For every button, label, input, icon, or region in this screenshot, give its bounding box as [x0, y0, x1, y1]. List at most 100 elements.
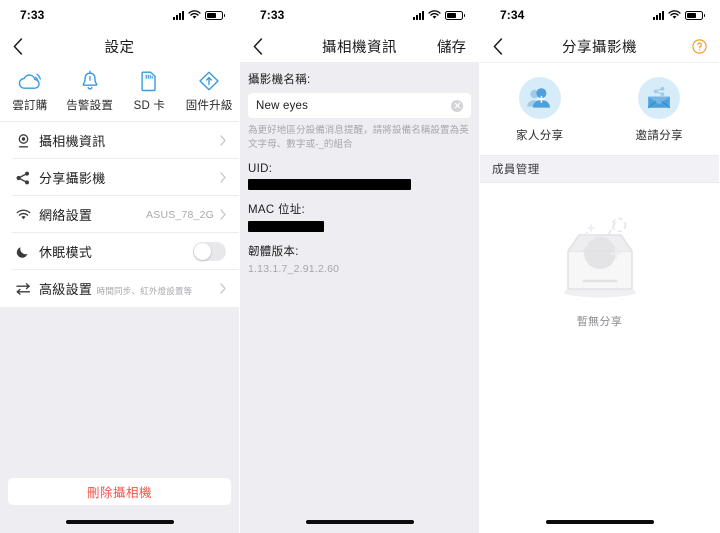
wifi-icon: [428, 10, 441, 19]
screen-settings: 7:33 設定 雲訂購 告警設置 SD 卡 固件升級 攝相機資訊 分享攝影機 網…: [0, 0, 239, 533]
mac-label: MAC 位址:: [248, 203, 306, 216]
nav-bar-settings: 設定: [0, 30, 239, 62]
settings-row-network[interactable]: 網絡設置 ASUS_78_2G: [0, 196, 239, 233]
quick-action-label: SD 卡: [133, 100, 166, 112]
settings-row-text: 攝相機資訊: [34, 131, 220, 151]
quick-action-alarm[interactable]: 告警設置: [60, 70, 120, 113]
mac-value-redacted: [248, 220, 324, 232]
mac-block: MAC 位址:: [248, 201, 471, 232]
settings-row-label: 攝相機資訊: [39, 133, 106, 149]
camera-info-form: 攝影機名稱: New eyes 為更好地區分設備消息提醒，請將設備名稱設置為英文…: [240, 62, 479, 275]
camera-name-hint: 為更好地區分設備消息提醒，請將設備名稱設置為英文字母、數字或-_的組合: [248, 125, 469, 150]
empty-tray-icon: [563, 217, 636, 298]
sleep-mode-toggle[interactable]: [193, 242, 226, 261]
battery-icon: [205, 10, 225, 20]
wifi-icon: [188, 10, 201, 19]
chevron-left-icon: [253, 37, 263, 55]
help-button[interactable]: [692, 30, 707, 62]
quick-action-label: 告警設置: [66, 100, 114, 112]
uid-block: UID:: [248, 163, 471, 190]
camera-name-input[interactable]: New eyes: [248, 93, 471, 118]
camera-name-label: 攝影機名稱:: [248, 74, 311, 86]
home-indicator: [545, 520, 654, 524]
chevron-right-icon: [220, 283, 226, 294]
status-time: 7:33: [20, 8, 45, 22]
status-icons: [653, 10, 705, 20]
firmware-block: 韌體版本: 1.13.1.7_2.91.2.60: [248, 243, 471, 275]
camera-info-icon: [12, 133, 34, 148]
share-option-label: 邀請分享: [635, 130, 684, 142]
screen-camera-info: 7:33 攝相機資訊 儲存 攝影機名稱: New eyes 為更好地區分設備消息…: [240, 0, 479, 533]
share-option-invite[interactable]: 邀請分享: [600, 77, 720, 143]
status-time: 7:34: [500, 8, 525, 22]
help-circle-icon: [692, 38, 707, 54]
share-option-label: 家人分享: [515, 130, 564, 142]
screen-share-camera: 7:34 分享攝影機 家人分享 邀請分享 成員管理 暫無分享: [480, 0, 719, 533]
home-indicator: [65, 520, 174, 524]
home-indicator: [305, 520, 414, 524]
quick-action-sdcard[interactable]: SD 卡: [120, 70, 180, 113]
nav-bar-share-camera: 分享攝影機: [480, 30, 719, 62]
sd-card-icon: [140, 70, 158, 92]
page-title: 攝相機資訊: [322, 39, 397, 56]
save-button[interactable]: 儲存: [437, 30, 466, 62]
alarm-bell-icon: [80, 70, 100, 92]
invite-envelope-icon: [638, 77, 681, 119]
delete-camera-button[interactable]: 刪除攝相機: [8, 478, 231, 505]
sliders-icon: [12, 282, 34, 296]
share-option-family[interactable]: 家人分享: [480, 77, 600, 143]
quick-action-firmware[interactable]: 固件升級: [179, 70, 239, 113]
family-share-icon: [518, 77, 561, 119]
settings-row-share-camera[interactable]: 分享攝影機: [0, 159, 239, 196]
cloud-subscription-icon: [17, 70, 43, 92]
uid-value-redacted: [248, 178, 411, 190]
wifi-icon: [668, 10, 681, 19]
settings-row-camera-info[interactable]: 攝相機資訊: [0, 122, 239, 159]
settings-row-advanced[interactable]: 高級設置 時間同步、紅外燈設置等: [0, 270, 239, 307]
nav-bar-camera-info: 攝相機資訊 儲存: [240, 30, 479, 62]
delete-camera-wrap: 刪除攝相機: [0, 478, 239, 505]
settings-content: 雲訂購 告警設置 SD 卡 固件升級 攝相機資訊 分享攝影機 網絡設置 ASUS…: [0, 62, 239, 533]
toggle-knob: [194, 243, 211, 260]
settings-row-label: 網絡設置: [39, 207, 93, 223]
chevron-right-icon: [220, 172, 226, 183]
share-camera-content: 家人分享 邀請分享 成員管理 暫無分享: [480, 62, 719, 533]
section-title: 成員管理: [492, 164, 540, 176]
settings-row-subtitle: 時間同步、紅外燈設置等: [96, 285, 193, 296]
back-button[interactable]: [493, 30, 515, 62]
settings-row-sleep-mode[interactable]: 休眠模式: [0, 233, 239, 270]
empty-state-text: 暫無分享: [576, 316, 623, 328]
camera-info-content: 攝影機名稱: New eyes 為更好地區分設備消息提醒，請將設備名稱設置為英文…: [240, 62, 479, 533]
firmware-upgrade-icon: [198, 70, 220, 92]
page-title: 設定: [104, 39, 135, 56]
settings-row-text: 網絡設置: [34, 205, 146, 225]
chevron-right-icon: [220, 209, 226, 220]
chevron-left-icon: [493, 37, 503, 55]
cellular-bars-icon: [653, 10, 664, 20]
member-management-section: 成員管理: [480, 155, 719, 183]
cellular-bars-icon: [173, 10, 184, 20]
screenshot-root: 7:33 設定 雲訂購 告警設置 SD 卡 固件升級 攝相機資訊 分享攝影機 網…: [0, 0, 720, 533]
settings-row-text: 休眠模式: [34, 242, 193, 262]
quick-action-label: 雲訂購: [12, 100, 48, 112]
quick-action-label: 固件升級: [185, 100, 233, 112]
wifi-icon: [12, 209, 34, 221]
settings-row-label: 高級設置: [39, 281, 93, 297]
firmware-label: 韌體版本:: [248, 245, 299, 258]
clear-circle-icon[interactable]: [451, 99, 463, 112]
status-icons: [413, 10, 465, 20]
settings-list: 攝相機資訊 分享攝影機 網絡設置 ASUS_78_2G 休眠模式 高級設置 時間…: [0, 122, 239, 307]
status-bar: 7:34: [480, 0, 719, 30]
back-button[interactable]: [13, 30, 35, 62]
quick-action-cloud[interactable]: 雲訂購: [0, 70, 60, 113]
status-icons: [173, 10, 225, 20]
chevron-left-icon: [13, 37, 23, 55]
page-title: 分享攝影機: [562, 39, 637, 56]
status-bar: 7:33: [240, 0, 479, 30]
share-nodes-icon: [12, 171, 34, 185]
quick-actions-row: 雲訂購 告警設置 SD 卡 固件升級: [0, 62, 239, 122]
settings-row-label: 分享攝影機: [39, 170, 106, 186]
share-options-row: 家人分享 邀請分享: [480, 62, 719, 155]
back-button[interactable]: [253, 30, 275, 62]
settings-row-text: 分享攝影機: [34, 168, 220, 188]
